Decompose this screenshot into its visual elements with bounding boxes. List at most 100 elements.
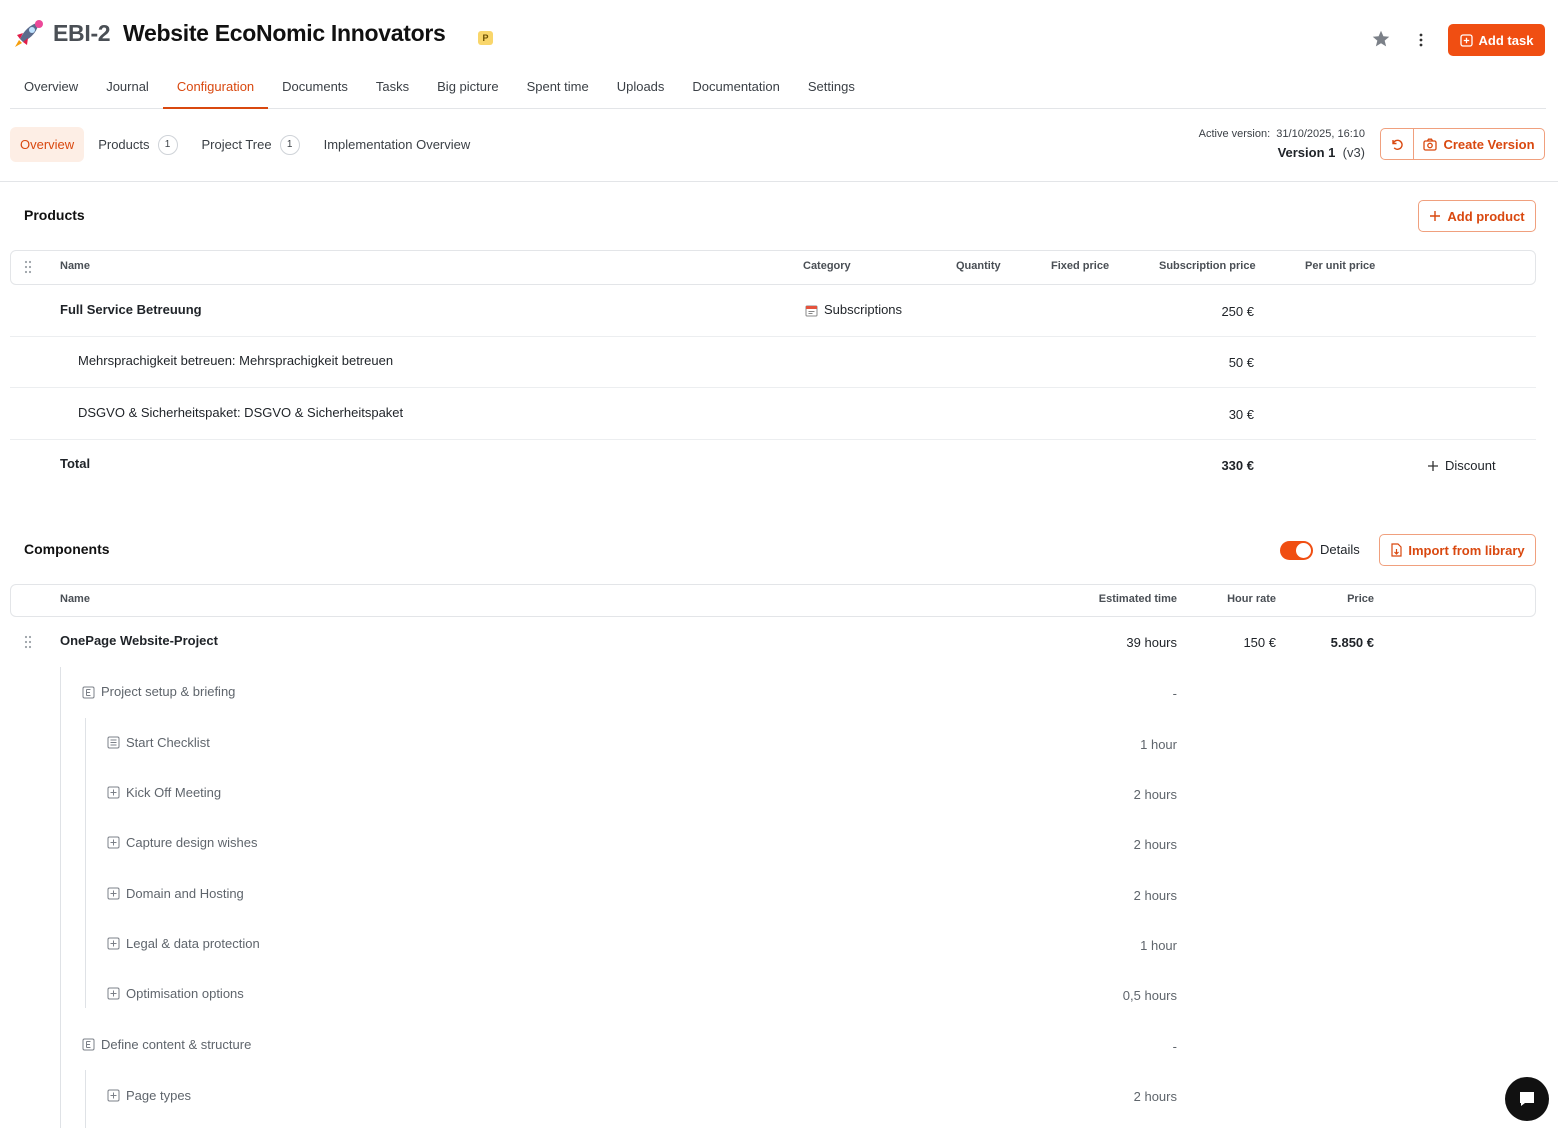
add-task-label: Add task — [1478, 32, 1534, 48]
task-plus-icon — [107, 1089, 120, 1102]
task-plus-icon — [107, 836, 120, 849]
col-hour-rate: Hour rate — [1227, 593, 1276, 605]
col-price: Price — [1347, 593, 1374, 605]
add-product-label: Add product — [1447, 208, 1525, 224]
project-key: EBI-2 — [53, 20, 111, 46]
component-root-time: 39 hours — [1126, 635, 1177, 650]
tree-guide-line — [85, 1070, 86, 1128]
star-icon[interactable] — [1370, 28, 1392, 50]
task-plus-icon — [107, 937, 120, 950]
component-group-name: Project setup & briefing — [101, 684, 236, 699]
tab-big-picture[interactable]: Big picture — [423, 70, 512, 109]
active-version-label: Active version: — [1198, 128, 1271, 140]
rocket-icon — [15, 20, 43, 47]
product-option-name: Mehrsprachigkeit betreuen: Mehrsprachigk… — [78, 353, 394, 368]
row-divider — [10, 336, 1536, 337]
component-task-time: 2 hours — [1133, 1089, 1177, 1104]
project-title: Website EcoNomic Innovators — [123, 20, 446, 46]
component-task-name: Start Checklist — [126, 735, 210, 750]
component-task-name: Optimisation options — [126, 986, 244, 1001]
subtab-products-label: Products — [98, 137, 150, 152]
main-nav: Overview Journal Configuration Documents… — [10, 70, 1546, 109]
more-options-icon[interactable] — [1413, 30, 1429, 50]
component-task-name: Domain and Hosting — [126, 886, 244, 901]
row-divider — [10, 439, 1536, 440]
products-section-title: Products — [24, 207, 85, 223]
tree-guide-line — [85, 718, 86, 1008]
tab-tasks[interactable]: Tasks — [362, 70, 423, 109]
chat-support-button[interactable] — [1505, 1077, 1549, 1121]
page-header: EBI-2 Website EcoNomic Innovators P Add … — [0, 0, 1558, 70]
component-group-time: - — [1172, 686, 1177, 701]
subtab-overview-label: Overview — [20, 137, 75, 152]
component-task-time: 2 hours — [1133, 787, 1177, 802]
plus-icon — [1428, 460, 1438, 471]
tab-configuration[interactable]: Configuration — [162, 70, 269, 109]
epic-icon — [82, 1038, 95, 1051]
add-product-button[interactable]: Add product — [1418, 200, 1536, 232]
camera-icon — [1423, 138, 1438, 151]
col-name: Name — [60, 593, 90, 605]
component-root-price: 5.850 € — [1330, 635, 1374, 650]
col-name: Name — [60, 260, 90, 272]
col-category: Category — [803, 260, 851, 272]
tab-documentation[interactable]: Documentation — [678, 70, 793, 109]
components-section-title: Components — [24, 541, 110, 557]
col-per-unit-price: Per unit price — [1305, 260, 1376, 272]
component-root-rate: 150 € — [1243, 635, 1276, 650]
tab-spent-time[interactable]: Spent time — [513, 70, 603, 109]
tab-overview[interactable]: Overview — [10, 70, 92, 109]
tab-settings[interactable]: Settings — [794, 70, 869, 109]
tab-journal[interactable]: Journal — [92, 70, 163, 109]
task-plus-icon — [107, 786, 120, 799]
drag-handle-icon[interactable] — [23, 260, 33, 274]
plus-icon — [1430, 211, 1441, 221]
row-divider — [10, 387, 1536, 388]
file-import-icon — [1391, 543, 1402, 557]
component-task-name: Page types — [126, 1088, 192, 1103]
component-task-time: 0,5 hours — [1122, 988, 1177, 1003]
tab-documents[interactable]: Documents — [268, 70, 362, 109]
component-task-time: 2 hours — [1133, 888, 1177, 903]
version-rev: (v3) — [1342, 145, 1365, 160]
product-name: Full Service Betreuung — [60, 302, 202, 317]
priority-badge: P — [478, 31, 493, 45]
product-subscription-price: 250 € — [1221, 304, 1254, 319]
add-discount-button[interactable]: Discount — [1427, 458, 1496, 473]
project-tree-count-badge: 1 — [279, 134, 300, 155]
subtab-implementation-label: Implementation Overview — [323, 137, 471, 152]
details-toggle[interactable] — [1280, 541, 1313, 560]
version-name: Version 1 — [1277, 145, 1336, 160]
product-option-price: 30 € — [1228, 407, 1254, 422]
components-table-header — [10, 584, 1536, 617]
details-toggle-label: Details — [1320, 542, 1360, 557]
component-task-name: Legal & data protection — [126, 936, 260, 951]
add-task-button[interactable]: Add task — [1448, 24, 1545, 56]
component-task-time: 1 hour — [1140, 737, 1177, 752]
import-from-library-button[interactable]: Import from library — [1379, 534, 1536, 566]
header-divider — [0, 181, 1558, 182]
import-from-library-label: Import from library — [1408, 542, 1525, 558]
component-group-name: Define content & structure — [101, 1037, 252, 1052]
drag-handle-icon[interactable] — [23, 635, 33, 649]
chat-icon — [1520, 1092, 1534, 1106]
component-task-time: 2 hours — [1133, 837, 1177, 852]
col-subscription-price: Subscription price — [1159, 260, 1256, 272]
component-group-time: - — [1172, 1039, 1177, 1054]
task-plus-icon — [107, 887, 120, 900]
calendar-icon — [805, 305, 818, 317]
revert-version-button[interactable] — [1380, 128, 1414, 160]
tree-guide-line — [60, 667, 61, 1128]
plus-square-icon — [1459, 33, 1473, 47]
create-version-button[interactable]: Create Version — [1413, 128, 1545, 160]
component-task-time: 1 hour — [1140, 938, 1177, 953]
active-version-date: 31/10/2025, 16:10 — [1276, 128, 1365, 140]
subtab-products[interactable]: Products 1 — [88, 127, 187, 162]
total-value: 330 € — [1221, 458, 1254, 473]
component-root-name: OnePage Website-Project — [60, 633, 218, 648]
subtab-implementation-overview[interactable]: Implementation Overview — [314, 127, 481, 162]
tab-uploads[interactable]: Uploads — [603, 70, 679, 109]
subtab-overview[interactable]: Overview — [10, 127, 85, 162]
subtab-project-tree[interactable]: Project Tree 1 — [192, 127, 310, 162]
create-version-label: Create Version — [1443, 136, 1535, 152]
